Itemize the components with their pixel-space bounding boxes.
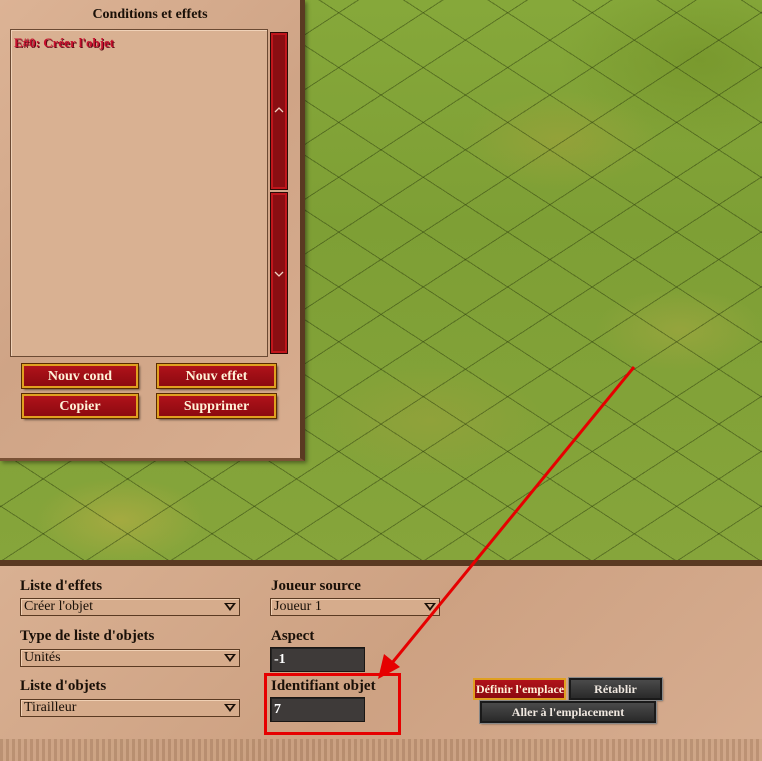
conditions-effects-list[interactable]: E#0: Créer l'objet: [10, 29, 268, 357]
highlight-box: [264, 673, 401, 735]
chevron-down-icon: [271, 269, 287, 280]
effect-list-dropdown[interactable]: Créer l'objet: [20, 598, 240, 616]
object-list-type-label: Type de liste d'objets: [20, 628, 155, 644]
aspect-label: Aspect: [271, 628, 315, 644]
aspect-input[interactable]: -1: [270, 647, 365, 672]
object-list-type-value: Unités: [24, 650, 61, 665]
panel-title: Conditions et effets: [92, 7, 208, 22]
delete-button[interactable]: Supprimer: [157, 394, 276, 418]
scroll-up-button[interactable]: [270, 32, 288, 190]
effect-list-value: Créer l'objet: [24, 599, 93, 614]
reset-button[interactable]: Rétablir: [569, 678, 662, 700]
copy-button[interactable]: Copier: [22, 394, 138, 418]
dropdown-arrow-icon: [224, 603, 236, 611]
object-list-label: Liste d'objets: [20, 678, 107, 694]
chevron-up-icon: [271, 105, 287, 116]
conditions-effects-panel: Conditions et effets E#0: Créer l'objet …: [0, 0, 305, 461]
source-player-label: Joueur source: [271, 578, 361, 594]
object-list-dropdown[interactable]: Tirailleur: [20, 699, 240, 717]
new-condition-button[interactable]: Nouv cond: [22, 364, 138, 388]
list-item[interactable]: E#0: Créer l'objet: [14, 35, 114, 51]
panel-border-strip: [0, 739, 762, 761]
set-location-button[interactable]: Définir l'emplacement: [473, 678, 566, 700]
source-player-value: Joueur 1: [274, 599, 322, 614]
object-list-value: Tirailleur: [24, 700, 77, 715]
dropdown-arrow-icon: [424, 603, 436, 611]
scroll-down-button[interactable]: [270, 192, 288, 354]
dropdown-arrow-icon: [224, 704, 236, 712]
go-to-location-button[interactable]: Aller à l'emplacement: [480, 701, 656, 723]
object-list-type-dropdown[interactable]: Unités: [20, 649, 240, 667]
source-player-dropdown[interactable]: Joueur 1: [270, 598, 440, 616]
effect-list-label: Liste d'effets: [20, 578, 103, 594]
new-effect-button[interactable]: Nouv effet: [157, 364, 276, 388]
dropdown-arrow-icon: [224, 654, 236, 662]
